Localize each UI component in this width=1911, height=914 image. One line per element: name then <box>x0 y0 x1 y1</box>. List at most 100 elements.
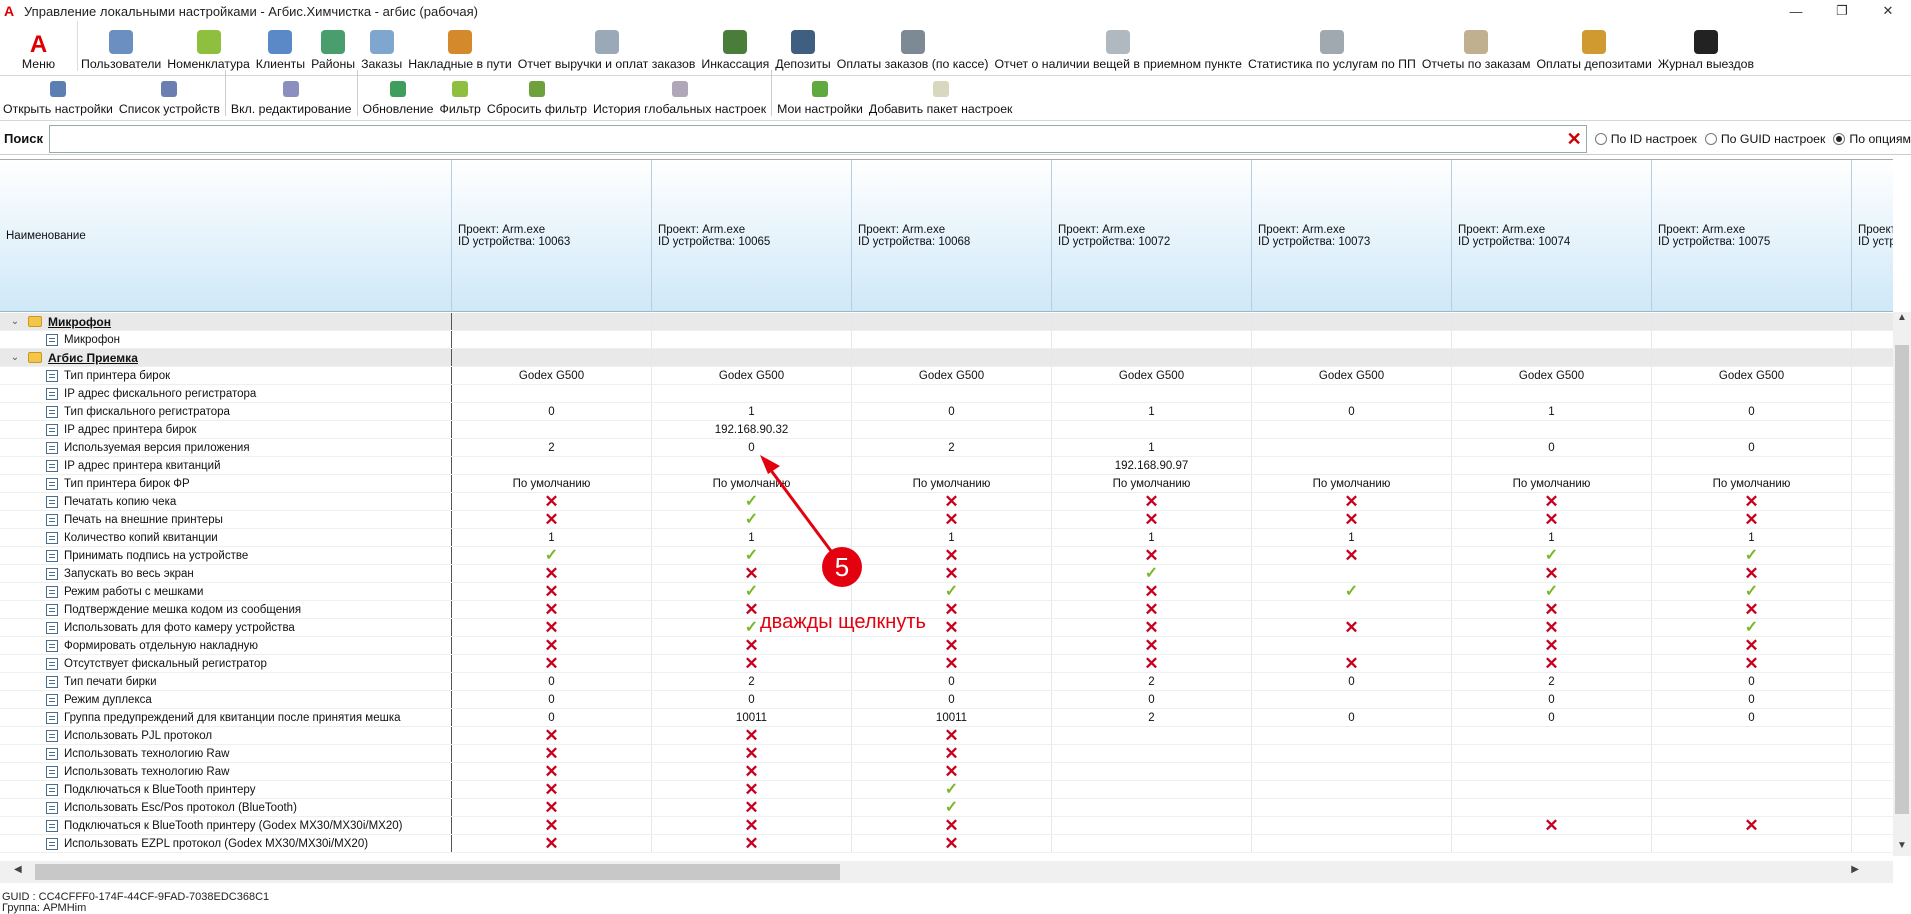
radio-button[interactable] <box>1833 132 1846 145</box>
value-cell[interactable] <box>1052 385 1252 402</box>
value-cell[interactable]: ✕ <box>852 817 1052 834</box>
radio-button[interactable] <box>1594 132 1607 145</box>
value-cell[interactable] <box>1252 799 1452 816</box>
value-cell[interactable] <box>1852 673 1893 690</box>
value-cell[interactable] <box>1052 763 1252 780</box>
table-row[interactable]: Количество копий квитанции 1 1 1 1 1 1 1 <box>0 529 1893 547</box>
value-cell[interactable] <box>1852 691 1893 708</box>
value-cell[interactable]: ✕ <box>452 601 652 618</box>
table-row[interactable]: Печатать копию чека ✕ ✓ ✕ ✕ ✕ ✕ ✕ <box>0 493 1893 511</box>
value-cell[interactable]: ✓ <box>652 547 852 564</box>
table-row[interactable]: Печать на внешние принтеры ✕ ✓ ✕ ✕ ✕ ✕ ✕ <box>0 511 1893 529</box>
toolbar-button-6[interactable]: Отчет выручки и оплат заказов <box>515 21 699 71</box>
toolbar-button-5[interactable]: Накладные в пути <box>405 21 515 71</box>
value-cell[interactable]: ✕ <box>652 727 852 744</box>
toolbar-button-11[interactable]: Статистика по услугам по ПП <box>1245 21 1419 71</box>
table-row[interactable]: IP адрес принтера квитанций 192.168.90.97 <box>0 457 1893 475</box>
value-cell[interactable]: 2 <box>852 439 1052 456</box>
value-cell[interactable] <box>1852 529 1893 546</box>
value-cell[interactable] <box>1852 817 1893 834</box>
value-cell[interactable] <box>1452 727 1652 744</box>
value-cell[interactable] <box>1852 745 1893 762</box>
table-row[interactable]: Подтверждение мешка кодом из сообщения ✕ ✕… <box>0 601 1893 619</box>
value-cell[interactable]: ✓ <box>852 583 1052 600</box>
value-cell[interactable]: ✕ <box>1252 547 1452 564</box>
table-row[interactable]: Отсутствует фискальный регистратор ✕ ✕ ✕ ✕ ✕ ✕… <box>0 655 1893 673</box>
table-row[interactable]: Тип фискального регистратора 0 1 0 1 0 1 0 <box>0 403 1893 421</box>
value-cell[interactable] <box>1852 457 1893 474</box>
table-row[interactable]: Тип принтера бирок ФР По умолчанию По умол… <box>0 475 1893 493</box>
value-cell[interactable]: ✕ <box>652 763 852 780</box>
value-cell[interactable]: ✓ <box>1652 583 1852 600</box>
value-cell[interactable]: 0 <box>1652 403 1852 420</box>
value-cell[interactable] <box>452 349 652 366</box>
value-cell[interactable] <box>1852 331 1893 348</box>
value-cell[interactable] <box>852 313 1052 330</box>
action-button-4[interactable]: Фильтр <box>437 78 484 116</box>
value-cell[interactable] <box>1052 745 1252 762</box>
value-cell[interactable]: 1 <box>1252 529 1452 546</box>
value-cell[interactable]: ✓ <box>1652 619 1852 636</box>
horizontal-scroll-thumb[interactable] <box>35 864 840 880</box>
value-cell[interactable]: 0 <box>852 403 1052 420</box>
table-row[interactable]: Использовать технологию Raw ✕ ✕ ✕ <box>0 745 1893 763</box>
value-cell[interactable]: ✓ <box>652 511 852 528</box>
value-cell[interactable] <box>1852 313 1893 330</box>
value-cell[interactable]: ✕ <box>1452 565 1652 582</box>
value-cell[interactable] <box>1252 565 1452 582</box>
collapse-chevron-icon[interactable]: ⌄ <box>8 316 22 327</box>
value-cell[interactable]: Godex G500 <box>852 367 1052 384</box>
value-cell[interactable] <box>1052 313 1252 330</box>
value-cell[interactable]: ✕ <box>852 493 1052 510</box>
vertical-scrollbar[interactable]: ▲ ▼ <box>1893 312 1911 856</box>
value-cell[interactable]: ✕ <box>852 601 1052 618</box>
value-cell[interactable]: 1 <box>452 529 652 546</box>
action-button-6[interactable]: История глобальных настроек <box>590 78 769 116</box>
value-cell[interactable] <box>1052 817 1252 834</box>
scroll-up-icon[interactable]: ▲ <box>1893 312 1911 328</box>
search-mode-radio-1[interactable]: По GUID настроек <box>1704 132 1825 146</box>
group-row[interactable]: ⌄ Агбис Приемка <box>0 349 1893 367</box>
table-row[interactable]: Использовать технологию Raw ✕ ✕ ✕ <box>0 763 1893 781</box>
value-cell[interactable] <box>1452 799 1652 816</box>
value-cell[interactable] <box>1852 565 1893 582</box>
value-cell[interactable]: Godex G500 <box>652 367 852 384</box>
value-cell[interactable] <box>1052 331 1252 348</box>
value-cell[interactable]: 0 <box>1652 691 1852 708</box>
value-cell[interactable]: 1 <box>1052 439 1252 456</box>
value-cell[interactable]: ✕ <box>1452 601 1652 618</box>
value-cell[interactable]: ✕ <box>1452 817 1652 834</box>
value-cell[interactable] <box>1452 331 1652 348</box>
close-button[interactable]: ✕ <box>1865 0 1911 22</box>
value-cell[interactable]: 0 <box>1452 691 1652 708</box>
table-row[interactable]: Использовать для фото камеру устройства ✕… <box>0 619 1893 637</box>
toolbar-button-4[interactable]: Заказы <box>358 21 405 71</box>
value-cell[interactable] <box>1252 817 1452 834</box>
value-cell[interactable] <box>852 331 1052 348</box>
value-cell[interactable] <box>1852 421 1893 438</box>
device-column-header[interactable]: Проект: Arm.exe ID устройства: 10065 <box>652 160 852 312</box>
value-cell[interactable] <box>452 331 652 348</box>
table-row[interactable]: Запускать во весь экран ✕ ✕ ✕ ✓ ✕ ✕ <box>0 565 1893 583</box>
value-cell[interactable]: По умолчанию <box>1652 475 1852 492</box>
value-cell[interactable] <box>1252 727 1452 744</box>
value-cell[interactable]: 192.168.90.32 <box>652 421 852 438</box>
value-cell[interactable]: ✕ <box>1652 493 1852 510</box>
value-cell[interactable] <box>652 331 852 348</box>
value-cell[interactable]: ✓ <box>652 619 852 636</box>
value-cell[interactable] <box>1652 421 1852 438</box>
table-row[interactable]: Используемая версия приложения 2 0 2 1 0 0 <box>0 439 1893 457</box>
value-cell[interactable]: 10011 <box>852 709 1052 726</box>
value-cell[interactable]: ✓ <box>1452 547 1652 564</box>
value-cell[interactable]: 0 <box>1252 673 1452 690</box>
value-cell[interactable]: 0 <box>1652 673 1852 690</box>
value-cell[interactable]: 1 <box>1052 403 1252 420</box>
value-cell[interactable]: ✕ <box>452 781 652 798</box>
value-cell[interactable] <box>852 385 1052 402</box>
value-cell[interactable] <box>1652 799 1852 816</box>
toolbar-button-10[interactable]: Отчет о наличии вещей в приемном пункте <box>991 21 1244 71</box>
action-button-7[interactable]: Мои настройки <box>774 78 866 116</box>
value-cell[interactable] <box>1252 637 1452 654</box>
value-cell[interactable]: ✕ <box>452 619 652 636</box>
scroll-down-icon[interactable]: ▼ <box>1893 840 1911 856</box>
